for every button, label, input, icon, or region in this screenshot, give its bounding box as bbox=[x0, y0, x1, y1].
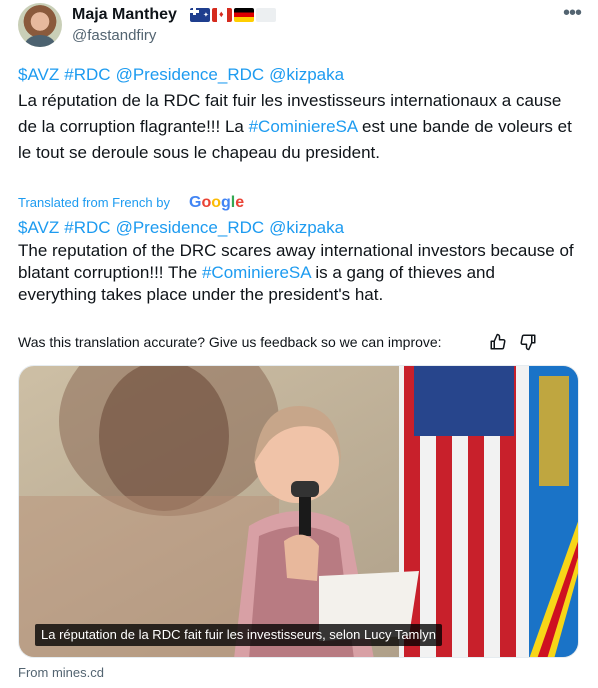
article-media-card[interactable] bbox=[18, 365, 579, 658]
thumbs-down-icon[interactable] bbox=[518, 332, 538, 352]
google-logo: Google bbox=[189, 194, 245, 211]
author-handle[interactable]: @fastandfiry bbox=[72, 27, 156, 45]
canada-flag-icon bbox=[212, 8, 232, 22]
translated-from-label[interactable]: Translated from French by bbox=[18, 194, 170, 212]
tag-avz[interactable]: $AVZ bbox=[18, 65, 59, 84]
original-text: La réputation de la RDC fait fuir les in… bbox=[18, 91, 572, 162]
media-source[interactable]: From mines.cd bbox=[18, 664, 104, 682]
tag-kizpaka[interactable]: @kizpaka bbox=[269, 218, 344, 237]
tag-presidence-rdc[interactable]: @Presidence_RDC bbox=[116, 65, 265, 84]
translated-text: The reputation of the DRC scares away in… bbox=[18, 241, 574, 304]
tag-rdc[interactable]: #RDC bbox=[64, 65, 110, 84]
translated-tags: $AVZ #RDC @Presidence_RDC @kizpaka bbox=[18, 218, 349, 238]
thumbs-up-icon[interactable] bbox=[488, 332, 508, 352]
tag-presidence-rdc[interactable]: @Presidence_RDC bbox=[116, 218, 265, 237]
tag-rdc[interactable]: #RDC bbox=[64, 218, 110, 237]
tag-kizpaka[interactable]: @kizpaka bbox=[269, 65, 344, 84]
media-caption: La réputation de la RDC fait fuir les in… bbox=[35, 624, 443, 646]
avatar[interactable] bbox=[18, 3, 62, 47]
hashtag-link[interactable]: #CominiereSA bbox=[249, 117, 358, 136]
blank-flag-icon bbox=[256, 8, 276, 22]
flag-emoji-row bbox=[190, 8, 276, 22]
more-icon[interactable]: ••• bbox=[560, 3, 584, 23]
translation-feedback-question: Was this translation accurate? Give us f… bbox=[18, 334, 442, 350]
tag-avz[interactable]: $AVZ bbox=[18, 218, 59, 237]
germany-flag-icon bbox=[234, 8, 254, 22]
author-name[interactable]: Maja Manthey bbox=[72, 5, 177, 25]
speaker-photo bbox=[19, 366, 578, 657]
hashtag-link[interactable]: #CominiereSA bbox=[202, 263, 311, 282]
original-tags: $AVZ #RDC @Presidence_RDC @kizpaka bbox=[18, 65, 349, 85]
australia-flag-icon bbox=[190, 8, 210, 22]
